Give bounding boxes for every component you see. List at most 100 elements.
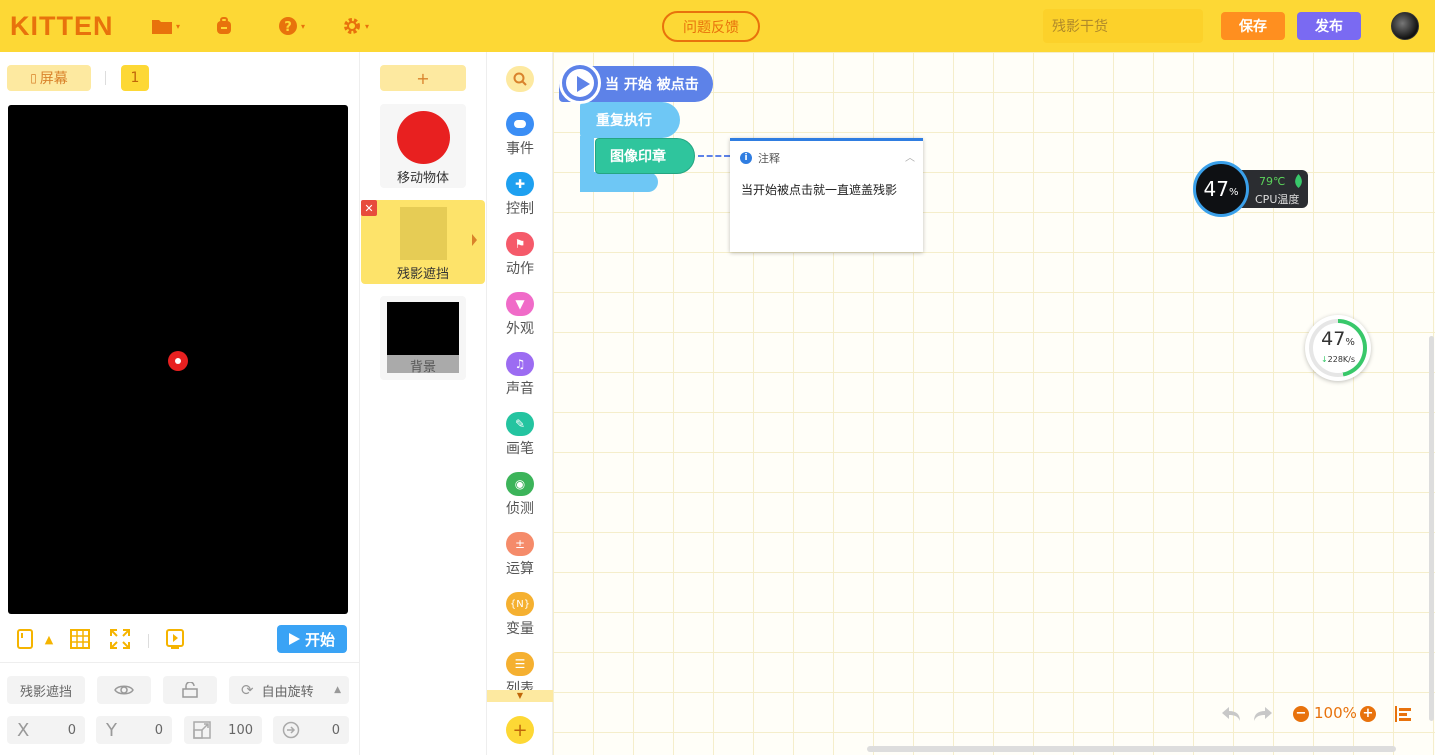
y-field[interactable]: Y 0 [96,716,172,744]
cpu-usage-ring: 47% [1193,161,1249,217]
vertical-scrollbar[interactable] [1429,336,1434,721]
help-menu[interactable]: ? ▾ [278,14,305,38]
add-sprite-button[interactable]: + [380,65,466,91]
svg-text:?: ? [284,20,292,35]
rotation-mode-select[interactable]: ⟳ 自由旋转 ▲ [229,676,349,704]
list-icon: ☰ [506,652,534,676]
gear-icon [344,18,360,34]
network-speed: ↓228K/s [1305,355,1371,364]
redo-icon[interactable] [1253,704,1273,724]
stage-canvas[interactable] [8,105,348,614]
cpu-usage-value: 47 [1203,177,1229,201]
background-thumbnail [387,302,459,355]
settings-menu[interactable]: ▾ [342,14,369,38]
caret-up-icon[interactable]: ▲ [38,628,60,650]
category-label: 事件 [506,141,534,157]
category-label: 动作 [506,261,534,277]
variable-icon: {N} [506,592,534,616]
category-sound[interactable]: ♫ 声音 [487,352,553,408]
start-button[interactable]: 开始 [277,625,347,653]
screen-icon: ▯ [30,71,37,85]
comment-box[interactable]: i 注释 ︿ 当开始被点击就一直遮盖残影 [730,138,923,252]
align-blocks-icon[interactable] [1395,704,1413,724]
visibility-toggle[interactable] [97,676,151,704]
category-lists[interactable]: ☰ 列表 [487,652,553,692]
category-events[interactable]: 事件 [487,112,553,168]
category-operators[interactable]: ± 运算 [487,532,553,588]
play-screen-icon[interactable] [164,628,186,650]
category-sensing[interactable]: ◉ 侦测 [487,472,553,528]
y-value: 0 [154,722,163,738]
code-workspace[interactable]: 重复执行 当 开始 被点击 图像印章 i 注释 ︿ 当开始被点击就一直遮盖残影 … [553,52,1435,755]
collapse-icon[interactable]: ︿ [905,149,915,164]
repeat-forever-block[interactable]: 重复执行 [580,102,680,138]
comment-text[interactable]: 当开始被点击就一直遮盖残影 [741,181,897,198]
backpack-menu[interactable] [214,14,234,38]
grid-icon[interactable] [69,628,91,650]
category-label: 控制 [506,201,534,217]
publish-button[interactable]: 发布 [1297,12,1361,40]
sensing-icon: ◉ [506,472,534,496]
category-pen[interactable]: ✎ 画笔 [487,412,553,468]
rotate-icon: ⟳ [241,681,254,699]
scroll-down-icon[interactable]: ▼ [487,690,553,702]
screen-button[interactable]: ▯ 屏幕 [7,65,91,91]
save-button[interactable]: 保存 [1221,12,1285,40]
zoom-out-button[interactable]: − [1293,706,1309,722]
fullscreen-icon[interactable] [109,628,131,650]
rotation-mode-value: 自由旋转 [261,684,314,700]
zoom-level: 100% [1314,704,1357,722]
file-menu[interactable]: ▾ [151,14,180,38]
background-card[interactable]: 背景 [380,296,466,380]
category-motion[interactable]: ⚑ 动作 [487,232,553,288]
lock-toggle[interactable] [163,676,217,704]
feedback-button[interactable]: 问题反馈 [662,11,760,42]
cpu-monitor-widget[interactable]: 79℃ CPU温度 47% [1193,161,1310,217]
zoom-in-button[interactable]: + [1360,706,1376,722]
control-icon: ✚ [506,172,534,196]
device-icon[interactable] [14,628,36,650]
search-icon[interactable] [506,66,534,92]
category-variables[interactable]: {N} 变量 [487,592,553,648]
divider [0,662,360,663]
size-field[interactable]: 100 [184,716,262,744]
play-icon [288,633,300,645]
divider [148,634,149,648]
x-field[interactable]: X 0 [7,716,85,744]
stamp-block[interactable]: 图像印章 [595,138,695,174]
direction-value: 0 [331,722,340,738]
percent-sign: % [1345,337,1355,348]
comment-header: i 注释 [740,150,780,166]
operators-icon: ± [506,532,534,556]
sprite-name: 残影遮挡 [396,267,449,282]
sprite-panel: + 移动物体 残影遮挡 ✕ 背景 [360,52,487,755]
network-monitor-widget[interactable]: 47% ↓228K/s [1305,315,1371,381]
comment-title: 注释 [758,152,780,165]
user-avatar[interactable] [1391,12,1419,40]
music-icon: ♫ [506,352,534,376]
sprite-card[interactable]: 移动物体 [380,104,466,188]
block-category-panel: 事件 ✚ 控制 ⚑ 动作 ▼ 外观 ♫ 声音 ✎ 画笔 ◉ 侦测 ± 运算 {N… [487,52,553,755]
y-label: Y [106,719,117,741]
direction-field[interactable]: 0 [273,716,349,744]
project-name-input[interactable]: 残影干货 [1043,9,1203,43]
leaf-icon [1295,174,1302,188]
stage-sprite-dot[interactable] [168,351,188,371]
add-extension-button[interactable]: + [506,716,534,744]
sprite-thumbnail [400,207,447,260]
sprite-name-field[interactable]: 残影遮挡 [7,676,85,704]
delete-sprite-icon[interactable]: ✕ [361,200,377,216]
sprite-card-selected[interactable]: 残影遮挡 [361,200,485,284]
screen-number-tab[interactable]: 1 [121,65,149,91]
undo-icon[interactable] [1221,704,1241,724]
app-logo: KITTEN [10,11,114,41]
horizontal-scrollbar[interactable] [867,746,1396,752]
eye-icon [114,685,134,695]
resize-icon [193,721,211,739]
category-control[interactable]: ✚ 控制 [487,172,553,228]
category-looks[interactable]: ▼ 外观 [487,292,553,348]
motion-icon: ⚑ [506,232,534,256]
expand-arrow-icon[interactable] [472,234,477,246]
background-name: 背景 [409,360,436,375]
start-label: 开始 [304,630,335,649]
